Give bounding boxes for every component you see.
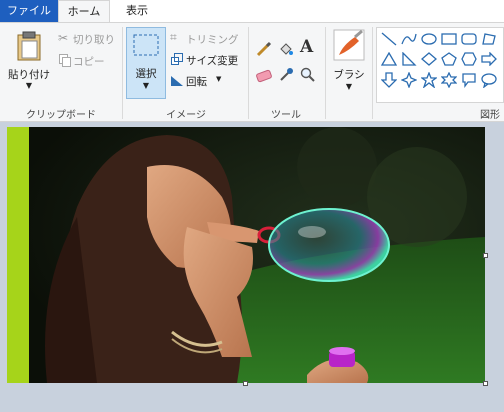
paste-label: 貼り付け	[8, 69, 50, 81]
image-canvas[interactable]	[7, 127, 485, 383]
polygon-shape-icon[interactable]	[481, 32, 497, 46]
resize-label: サイズ変更	[186, 55, 239, 67]
resize-handle[interactable]	[243, 381, 248, 386]
four-point-star-shape-icon[interactable]	[401, 72, 417, 88]
pencil-icon[interactable]	[256, 41, 272, 57]
divider	[372, 27, 373, 119]
curve-shape-icon[interactable]	[401, 32, 417, 46]
resize-handle[interactable]	[483, 381, 488, 386]
tab-view[interactable]: 表示	[115, 0, 159, 22]
right-triangle-shape-icon[interactable]	[401, 52, 417, 66]
resize-handle[interactable]	[483, 253, 488, 258]
chevron-down-icon: ▼	[345, 82, 353, 91]
chevron-down-icon: ▼	[25, 81, 33, 90]
select-button[interactable]: 選択 ▼	[126, 27, 166, 99]
line-shape-icon[interactable]	[381, 32, 397, 46]
five-point-star-shape-icon[interactable]	[421, 72, 437, 88]
eraser-icon[interactable]	[256, 69, 272, 83]
brushes-button[interactable]: ブラシ ▼	[330, 27, 368, 97]
paste-button[interactable]: 貼り付け ▼	[6, 27, 52, 97]
down-arrow-shape-icon[interactable]	[381, 72, 397, 88]
clipboard-group-label: クリップボード	[26, 110, 96, 121]
brush-icon	[333, 29, 365, 61]
pentagon-shape-icon[interactable]	[441, 52, 457, 66]
cut-label: 切り取り	[73, 34, 115, 46]
triangle-shape-icon[interactable]	[381, 52, 397, 66]
copy-label: コピー	[73, 56, 105, 68]
oval-shape-icon[interactable]	[421, 32, 437, 46]
photo-bubble-girl	[7, 127, 485, 383]
rotate-button[interactable]: 回転 ▼	[170, 73, 246, 89]
right-arrow-shape-icon[interactable]	[481, 52, 497, 66]
rounded-rectangle-shape-icon[interactable]	[461, 32, 477, 46]
rotate-icon	[171, 76, 183, 86]
ribbon: 貼り付け ▼ ✂ 切り取り コピー クリップボード 選択 ▼ ⌗ トリミング サ…	[0, 22, 504, 122]
diamond-shape-icon[interactable]	[421, 52, 437, 66]
brushes-label: ブラシ	[333, 69, 365, 81]
callout-shape-icon[interactable]	[461, 72, 477, 88]
hexagon-shape-icon[interactable]	[461, 52, 477, 66]
crop-icon: ⌗	[170, 30, 177, 44]
image-group-label: イメージ	[166, 110, 206, 121]
chevron-down-icon: ▼	[216, 75, 222, 83]
selection-icon	[133, 34, 159, 56]
rotate-label: 回転	[186, 76, 207, 88]
rectangle-shape-icon[interactable]	[441, 32, 457, 46]
fill-bucket-icon[interactable]	[278, 41, 294, 57]
divider	[325, 27, 326, 119]
six-point-star-shape-icon[interactable]	[441, 72, 457, 88]
resize-button[interactable]: サイズ変更	[170, 52, 246, 68]
chevron-down-icon: ▼	[142, 81, 150, 90]
ribbon-tabs: ファイル ホーム 表示	[0, 0, 504, 22]
crop-button[interactable]: ⌗ トリミング	[170, 30, 246, 47]
scissors-icon: ✂	[58, 31, 69, 45]
oval-callout-shape-icon[interactable]	[481, 72, 497, 88]
tools-group-label: ツール	[271, 110, 301, 121]
divider	[122, 27, 123, 119]
tab-home[interactable]: ホーム	[58, 0, 110, 22]
divider	[248, 27, 249, 119]
clipboard-icon	[17, 31, 41, 61]
cut-button[interactable]: ✂ 切り取り	[58, 31, 120, 47]
crop-label: トリミング	[186, 34, 239, 46]
select-label: 選択	[135, 68, 157, 80]
resize-icon	[171, 53, 183, 65]
shapes-gallery	[376, 27, 504, 103]
copy-button[interactable]: コピー	[58, 53, 120, 69]
magnifier-icon[interactable]	[300, 67, 316, 83]
copy-icon	[59, 54, 71, 67]
shapes-group-label: 図形	[480, 110, 500, 121]
tab-file[interactable]: ファイル	[0, 0, 58, 22]
text-icon[interactable]: A	[300, 37, 313, 57]
color-picker-icon[interactable]	[278, 67, 294, 83]
